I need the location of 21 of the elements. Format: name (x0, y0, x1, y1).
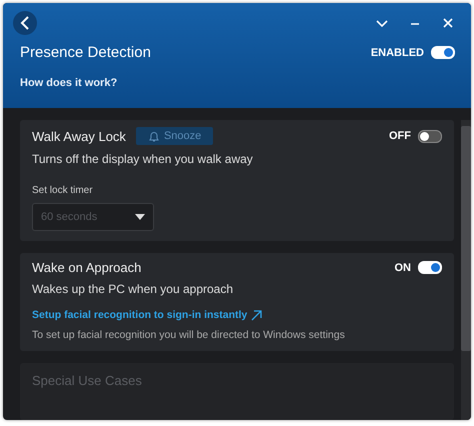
state-label: ON (394, 262, 411, 274)
status-label: ENABLED (370, 46, 424, 58)
note-text: To set up facial recognition you will be directed to Windows settings (32, 329, 346, 341)
state-label: OFF (389, 130, 411, 142)
description: Wakes up the PC when you approach (32, 282, 234, 296)
close-icon[interactable] (441, 16, 455, 30)
section-title: Wake on Approach (32, 260, 142, 275)
bell-icon (148, 130, 160, 142)
setup-link[interactable]: Setup facial recognition to sign-in instantly (32, 309, 248, 321)
help-link[interactable]: How does it work? (20, 77, 118, 89)
toggle-switch[interactable] (418, 130, 442, 142)
field-label: Set lock timer (32, 185, 94, 196)
section-title: Walk Away Lock (32, 128, 126, 144)
section-title: Special Use Cases (32, 373, 142, 388)
scrollbar[interactable] (461, 120, 471, 420)
description: Turns off the display when you walk away (32, 152, 254, 166)
external-link-icon (251, 310, 262, 320)
snooze-button[interactable]: Snooze (136, 127, 214, 145)
caret-icon (135, 214, 145, 220)
page-title: Presence Detection (20, 44, 151, 61)
back-button[interactable] (13, 11, 37, 35)
